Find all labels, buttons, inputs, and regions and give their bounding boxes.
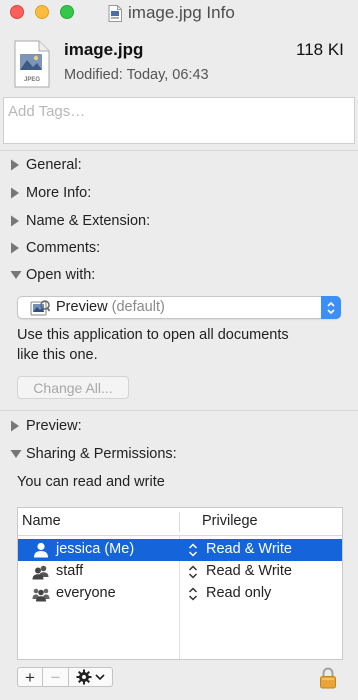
gear-icon [76, 669, 92, 685]
privilege-stepper-icon[interactable] [188, 543, 198, 557]
permission-note: You can read and write [17, 474, 165, 490]
table-header: Name Privilege [18, 508, 342, 536]
tags-input[interactable] [4, 98, 342, 125]
jpeg-file-icon: JPEG [14, 40, 50, 88]
disclosure-collapsed-icon[interactable] [10, 159, 24, 171]
open-with-value: Preview (default) [56, 299, 165, 315]
window-title: image.jpg Info [128, 3, 235, 22]
section-more-info[interactable]: More Info: [10, 183, 91, 203]
divider [0, 410, 358, 411]
add-user-button[interactable]: + [17, 667, 43, 687]
column-header-name[interactable]: Name [22, 513, 61, 529]
table-row[interactable]: staff Read & Write [18, 561, 342, 583]
section-open-with[interactable]: Open with: [10, 265, 95, 285]
column-header-privilege[interactable]: Privilege [202, 513, 258, 529]
section-general-label: General: [26, 157, 82, 173]
change-all-button[interactable]: Change All... [17, 376, 129, 399]
section-name-extension-label: Name & Extension: [26, 213, 151, 229]
remove-user-label: − [50, 667, 61, 687]
open-with-default-suffix: (default) [111, 299, 165, 315]
file-size: 118 KI [296, 40, 344, 59]
table-row[interactable]: jessica (Me) Read & Write [18, 539, 342, 561]
disclosure-collapsed-icon[interactable] [10, 242, 24, 254]
row-privilege[interactable]: Read only [206, 585, 271, 601]
modified-date: Modified: Today, 06:43 [64, 67, 209, 83]
table-row[interactable]: everyone Read only [18, 583, 342, 605]
section-general[interactable]: General: [10, 155, 82, 175]
section-sharing[interactable]: Sharing & Permissions: [10, 444, 177, 464]
chevron-down-icon [95, 674, 105, 681]
row-user-name: staff [56, 563, 84, 579]
tags-field-container [3, 97, 355, 144]
divider [0, 150, 358, 151]
privilege-stepper-icon[interactable] [188, 565, 198, 579]
group-icon [32, 565, 49, 580]
remove-user-button[interactable]: − [43, 667, 69, 687]
file-name: image.jpg [64, 40, 144, 59]
title-bar: image.jpg Info [0, 0, 358, 26]
open-with-app: Preview [56, 299, 108, 315]
window-title-group: image.jpg Info [108, 2, 235, 24]
close-window-button[interactable] [10, 5, 24, 19]
open-with-popup[interactable]: Preview (default) [17, 296, 341, 319]
section-more-info-label: More Info: [26, 185, 92, 201]
section-preview-label: Preview: [26, 418, 82, 434]
row-user-name: everyone [56, 585, 116, 601]
popup-arrows-icon[interactable] [321, 296, 341, 319]
preview-app-icon [30, 300, 50, 316]
section-comments-label: Comments: [26, 240, 101, 256]
row-privilege[interactable]: Read & Write [206, 541, 292, 557]
hint-line-1: Use this application to open all documen… [17, 327, 289, 343]
disclosure-expanded-icon[interactable] [10, 448, 24, 460]
section-name-extension[interactable]: Name & Extension: [10, 211, 150, 231]
permissions-table: Name Privilege jessica (Me) Read & Write… [17, 507, 343, 660]
action-menu-button[interactable] [69, 667, 113, 687]
section-sharing-label: Sharing & Permissions: [26, 446, 177, 462]
jpeg-file-small-icon [108, 4, 122, 22]
file-type-caption: JPEG [24, 77, 40, 83]
lock-icon[interactable] [319, 667, 337, 689]
open-with-hint: Use this application to open all documen… [17, 325, 347, 365]
disclosure-collapsed-icon[interactable] [10, 215, 24, 227]
row-privilege[interactable]: Read & Write [206, 563, 292, 579]
disclosure-collapsed-icon[interactable] [10, 187, 24, 199]
section-open-with-label: Open with: [26, 267, 96, 283]
zoom-window-button[interactable] [60, 5, 74, 19]
hint-line-2: like this one. [17, 347, 98, 363]
everyone-icon [32, 588, 50, 602]
permissions-toolbar: + − [17, 667, 113, 687]
section-preview[interactable]: Preview: [10, 416, 82, 436]
section-comments[interactable]: Comments: [10, 238, 100, 258]
disclosure-collapsed-icon[interactable] [10, 420, 24, 432]
minimize-window-button[interactable] [35, 5, 49, 19]
row-user-name: jessica (Me) [56, 541, 135, 557]
single-user-icon [34, 542, 48, 558]
disclosure-expanded-icon[interactable] [10, 269, 24, 281]
column-divider [179, 512, 180, 532]
privilege-stepper-icon[interactable] [188, 587, 198, 601]
modified-value: Today, 06:43 [126, 67, 209, 83]
add-user-label: + [25, 667, 35, 687]
modified-label: Modified: [64, 67, 123, 83]
